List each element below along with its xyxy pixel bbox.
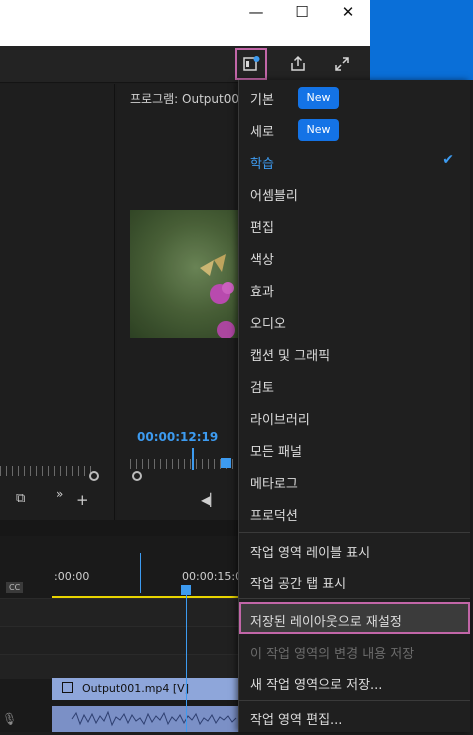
menu-item-label: 이 작업 영역의 변경 내용 저장 (250, 647, 415, 662)
menu-item-vertical[interactable]: 세로 New (239, 114, 470, 144)
menu-item-label: 캡션 및 그래픽 (250, 349, 331, 364)
timeline-track (0, 654, 240, 679)
source-panel (0, 84, 115, 520)
menu-item-libraries[interactable]: 라이브러리 (239, 402, 470, 432)
program-timecode[interactable]: 00:00:12:19 (137, 430, 218, 444)
menu-item-label: 오디오 (250, 317, 286, 332)
menu-item-label: 검토 (250, 381, 274, 396)
menu-item-label: 새 작업 영역으로 저장... (250, 678, 383, 693)
menu-item-label: 작업 공간 탭 표시 (250, 577, 347, 592)
audio-clip[interactable] (52, 706, 240, 732)
menu-item-review[interactable]: 검토 (239, 370, 470, 400)
program-out-marker[interactable] (221, 458, 231, 468)
timeline-track (0, 598, 240, 627)
workspaces-menu: 기본 New 세로 New 학습 ✔ 어셈블리 편집 색상 효과 오디오 캡션 … (238, 80, 470, 732)
menu-item-essentials[interactable]: 기본 New (239, 82, 470, 112)
header-toolbar (0, 46, 370, 83)
fullscreen-button[interactable] (326, 48, 358, 80)
timeline-marker[interactable] (140, 553, 141, 593)
menu-action-edit-workspaces[interactable]: 작업 영역 편집... (239, 702, 470, 732)
menu-separator (239, 700, 470, 701)
menu-item-label: 편집 (250, 221, 274, 236)
menu-item-all-panels[interactable]: 모든 패널 (239, 434, 470, 464)
menu-item-label: 저장된 레이아웃으로 재설정 (250, 615, 402, 630)
menu-item-color[interactable]: 색상 (239, 242, 470, 272)
microphone-icon[interactable]: 🎙 (2, 712, 17, 726)
menu-item-effects[interactable]: 효과 (239, 274, 470, 304)
workspaces-icon (243, 56, 260, 71)
program-playhead[interactable] (192, 448, 194, 470)
timeline-time-mark: 00:00:15:0 (182, 570, 243, 583)
menu-item-label: 모든 패널 (250, 445, 302, 460)
menu-action-show-tabs[interactable]: 작업 공간 탭 표시 (239, 566, 470, 596)
menu-item-assembly[interactable]: 어셈블리 (239, 178, 470, 208)
menu-action-save-new[interactable]: 새 작업 영역으로 저장... (239, 667, 470, 697)
fullscreen-icon (335, 57, 349, 71)
checkmark-icon: ✔ (442, 152, 454, 168)
menu-item-editing[interactable]: 편집 (239, 210, 470, 240)
menu-item-label: 작업 영역 편집... (250, 713, 343, 728)
menu-item-label: 어셈블리 (250, 189, 298, 204)
program-zoom-handle[interactable] (132, 471, 142, 481)
menu-item-label: 색상 (250, 253, 274, 268)
panel-divider[interactable] (0, 520, 240, 536)
menu-item-label: 라이브러리 (250, 413, 310, 428)
menu-separator (239, 598, 470, 599)
menu-item-metalogging[interactable]: 메타로그 (239, 466, 470, 496)
menu-item-captions-graphics[interactable]: 캡션 및 그래픽 (239, 338, 470, 368)
share-icon (291, 55, 305, 71)
clip-fx-icon (62, 682, 73, 693)
captions-track-badge[interactable]: CC (6, 582, 24, 593)
workspaces-button[interactable] (235, 48, 267, 80)
menu-item-label: 프로덕션 (250, 509, 298, 524)
share-button[interactable] (282, 48, 314, 80)
source-ruler[interactable] (0, 466, 92, 476)
program-title: 프로그램: Output001 (130, 92, 240, 106)
menu-item-label: 메타로그 (250, 477, 298, 492)
timeline-playhead[interactable] (186, 590, 187, 732)
menu-item-label: 기본 (250, 93, 274, 108)
menu-action-show-labels[interactable]: 작업 영역 레이블 표시 (239, 535, 470, 565)
desktop-background (370, 0, 473, 80)
menu-item-label: 효과 (250, 285, 274, 300)
new-badge: New (298, 119, 339, 141)
menu-item-label: 세로 (250, 125, 274, 140)
clip-label: Output001.mp4 [V] (82, 682, 190, 695)
step-back-icon[interactable]: ◀▏ (201, 493, 219, 507)
close-button[interactable]: ✕ (325, 0, 371, 24)
menu-action-reset-layout[interactable]: 저장된 레이아웃으로 재설정 (239, 602, 470, 634)
new-badge: New (298, 87, 339, 109)
timeline-track (0, 626, 240, 655)
video-clip[interactable]: Output001.mp4 [V] (52, 678, 240, 700)
timeline-time-start: :00:00 (54, 570, 90, 583)
minimize-button[interactable]: — (233, 0, 279, 24)
menu-separator (239, 532, 470, 533)
insert-icon[interactable]: ⧉ (16, 491, 25, 506)
maximize-button[interactable]: ☐ (279, 0, 325, 24)
menu-item-learning[interactable]: 학습 ✔ (239, 146, 470, 176)
source-zoom-handle[interactable] (89, 471, 99, 481)
menu-item-label: 작업 영역 레이블 표시 (250, 546, 371, 561)
menu-item-label: 학습 (250, 157, 274, 172)
program-video-frame[interactable] (130, 210, 240, 338)
menu-item-production[interactable]: 프로덕션 (239, 498, 470, 528)
menu-action-save-changes[interactable]: 이 작업 영역의 변경 내용 저장 (239, 636, 470, 666)
add-button-icon[interactable]: + (76, 491, 89, 509)
more-chevron-icon[interactable]: » (56, 487, 63, 501)
menu-item-audio[interactable]: 오디오 (239, 306, 470, 336)
